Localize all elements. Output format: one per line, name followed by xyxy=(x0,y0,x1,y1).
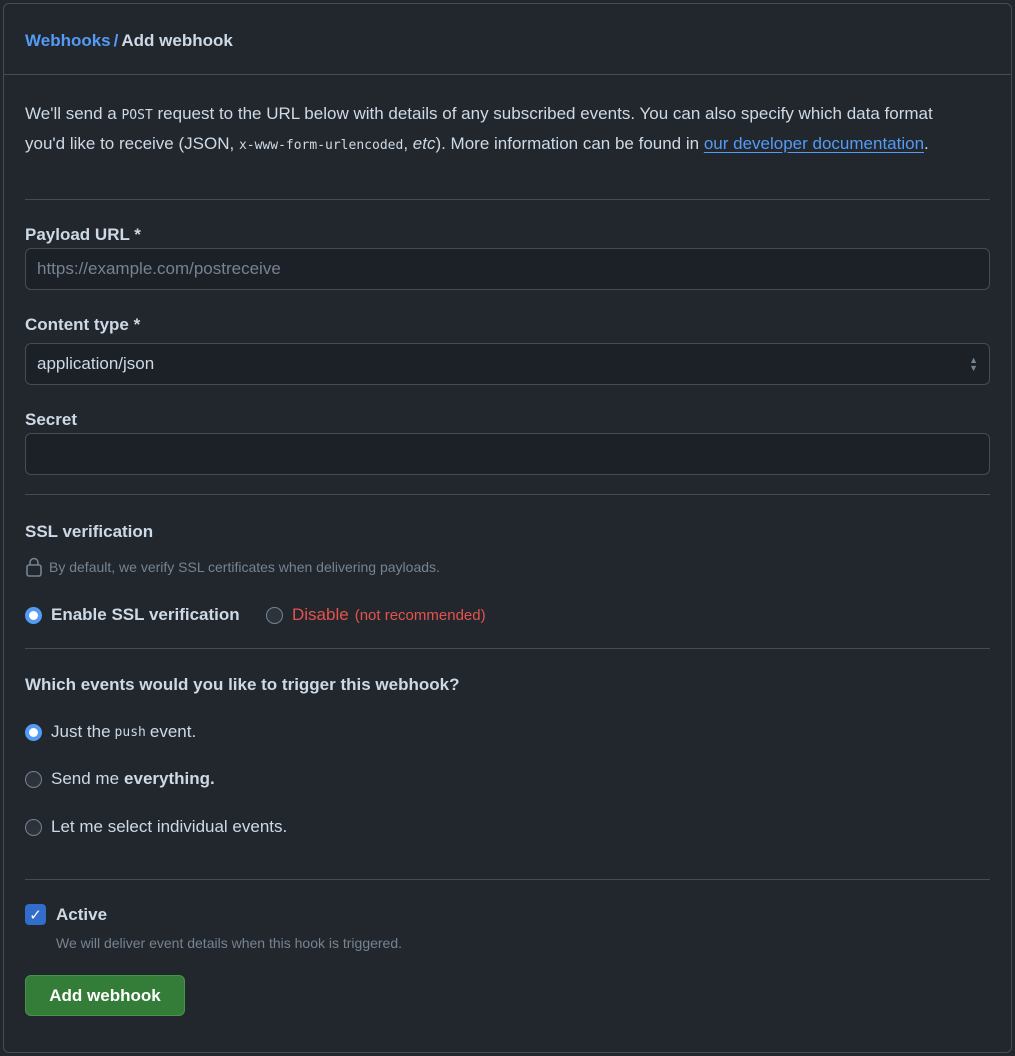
event-push-text: event. xyxy=(149,722,197,741)
ssl-enable-radio[interactable] xyxy=(25,606,42,624)
event-everything-radio[interactable] xyxy=(25,770,42,788)
secret-label: Secret xyxy=(25,410,77,429)
ssl-disable-radio[interactable] xyxy=(266,606,283,624)
payload-url-placeholder: https://example.com/postreceive xyxy=(37,259,281,278)
ssl-disable-option[interactable]: Disable (not recommended) xyxy=(266,605,486,625)
ssl-enable-option[interactable]: Enable SSL verification xyxy=(25,605,240,625)
content-type-value: application/json xyxy=(37,354,155,373)
ssl-note: By default, we verify SSL certificates w… xyxy=(25,557,440,577)
events-question: Which events would you like to trigger t… xyxy=(25,675,460,694)
active-checkbox[interactable]: ✓ xyxy=(25,904,46,925)
post-code: POST xyxy=(121,108,153,123)
content-type-select[interactable]: application/json ▲ ▼ xyxy=(25,343,990,385)
content-type-label: Content type * xyxy=(25,315,141,334)
ssl-enable-label: Enable SSL verification xyxy=(51,605,240,624)
etc-text: etc xyxy=(412,134,436,153)
breadcrumb-separator: / xyxy=(113,31,119,50)
event-push-text: Just the xyxy=(51,722,111,741)
payload-url-label: Payload URL * xyxy=(25,225,141,244)
active-description: We will deliver event details when this … xyxy=(56,935,403,951)
breadcrumb-webhooks-link[interactable]: Webhooks xyxy=(25,31,111,50)
intro-part: ). More information can be found in xyxy=(435,134,704,153)
event-option-individual[interactable]: Let me select individual events. xyxy=(25,817,287,837)
event-everything-bold: everything. xyxy=(124,769,215,788)
secret-input[interactable] xyxy=(25,433,990,475)
breadcrumb: Webhooks / Add webhook xyxy=(4,4,1011,75)
form-urlencoded-code: x-www-form-urlencoded xyxy=(238,138,404,153)
intro-text: We'll send a POST request to the URL bel… xyxy=(25,100,955,160)
ssl-disable-note: (not recommended) xyxy=(354,606,486,624)
divider xyxy=(25,879,990,880)
breadcrumb-current: Add webhook xyxy=(121,31,233,50)
event-individual-radio[interactable] xyxy=(25,818,42,836)
webhook-form-panel: Webhooks / Add webhook We'll send a POST r… xyxy=(3,3,1012,1053)
developer-docs-link[interactable]: our developer documentation xyxy=(704,134,924,153)
divider xyxy=(25,494,990,495)
intro-part: . xyxy=(924,134,929,153)
intro-part: , xyxy=(403,134,413,153)
ssl-title: SSL verification xyxy=(25,522,154,541)
divider xyxy=(25,199,990,200)
active-option[interactable]: ✓ Active xyxy=(25,904,107,925)
ssl-note-text: By default, we verify SSL certificates w… xyxy=(49,559,440,575)
payload-url-input[interactable]: https://example.com/postreceive xyxy=(25,248,990,290)
intro-part: We'll send a xyxy=(25,104,122,123)
push-code: push xyxy=(114,724,146,740)
divider xyxy=(25,648,990,649)
lock-icon xyxy=(26,557,42,577)
event-everything-text: Send me xyxy=(51,769,120,788)
active-label: Active xyxy=(56,904,108,924)
event-push-radio[interactable] xyxy=(25,723,42,741)
ssl-disable-label: Disable xyxy=(292,605,349,624)
select-arrows-icon: ▲ ▼ xyxy=(969,355,978,373)
event-option-push[interactable]: Just the push event. xyxy=(25,722,196,742)
event-individual-label: Let me select individual events. xyxy=(51,817,288,836)
add-webhook-button[interactable]: Add webhook xyxy=(25,975,185,1016)
event-option-everything[interactable]: Send me everything. xyxy=(25,769,215,789)
